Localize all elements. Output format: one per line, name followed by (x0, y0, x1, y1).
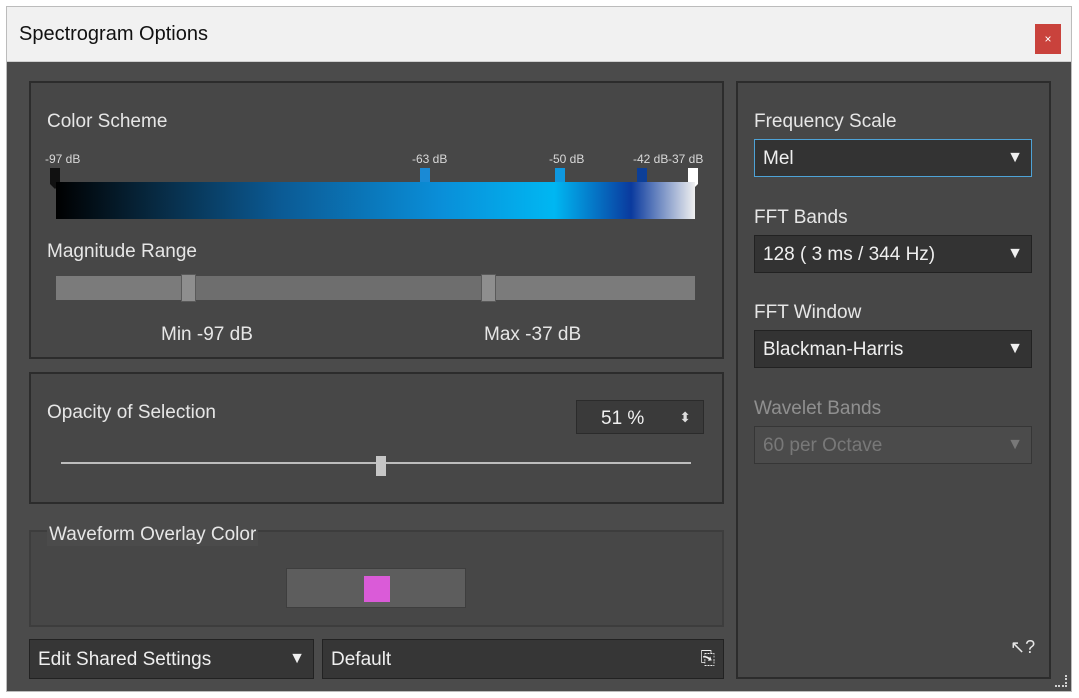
color-gradient-bar (56, 182, 695, 219)
right-settings-panel: Frequency Scale Mel ▼ FFT Bands 128 ( 3 … (736, 81, 1051, 679)
marker-label: -63 dB (412, 152, 448, 166)
fft-window-value: Blackman-Harris (763, 339, 904, 360)
frequency-scale-dropdown[interactable]: Mel ▼ (754, 139, 1032, 177)
stepper-arrows-icon[interactable]: ⬍ (679, 409, 691, 426)
magnitude-min-label: Min -97 dB (161, 324, 253, 345)
magnitude-max-label: Max -37 dB (484, 324, 582, 345)
waveform-color-button[interactable] (286, 568, 466, 608)
spectrogram-options-dialog: Spectrogram Options × Color Scheme -97 d… (6, 6, 1072, 692)
opacity-stepper[interactable]: 51 % ⬍ (576, 400, 704, 434)
fft-window-dropdown[interactable]: Blackman-Harris ▼ (754, 330, 1032, 368)
marker-label: -97 dB (45, 152, 81, 166)
wavelet-bands-dropdown: 60 per Octave ▼ (754, 426, 1032, 464)
magnitude-range-max-handle[interactable] (481, 274, 496, 302)
marker-label: -37 dB (668, 152, 704, 166)
color-scheme-panel: Color Scheme -97 dB -63 dB -50 dB -42 dB… (29, 81, 724, 359)
waveform-color-label: Waveform Overlay Color (47, 524, 259, 546)
chevron-down-icon[interactable]: ▼ (289, 650, 305, 668)
opacity-slider-thumb[interactable] (376, 456, 386, 476)
preset-icon[interactable]: ⎘ (701, 648, 715, 669)
fft-bands-label: FFT Bands (754, 207, 848, 228)
preset-label: Default (331, 649, 392, 670)
waveform-color-swatch (364, 576, 390, 602)
chevron-down-icon[interactable]: ▼ (1007, 149, 1023, 167)
color-scheme-label: Color Scheme (47, 111, 168, 132)
preset-field[interactable]: Default ⎘ (322, 639, 724, 679)
edit-shared-settings-dropdown[interactable]: Edit Shared Settings ▼ (29, 639, 314, 679)
opacity-panel: Opacity of Selection 51 % ⬍ (29, 372, 724, 504)
fft-bands-dropdown[interactable]: 128 ( 3 ms / 344 Hz) ▼ (754, 235, 1032, 273)
fft-bands-value: 128 ( 3 ms / 344 Hz) (763, 244, 936, 265)
magnitude-range-min-handle[interactable] (181, 274, 196, 302)
resize-grip-icon[interactable] (1055, 675, 1067, 687)
frequency-scale-label: Frequency Scale (754, 111, 897, 132)
window-title: Spectrogram Options (19, 23, 208, 45)
waveform-color-panel: Waveform Overlay Color (29, 524, 724, 627)
help-icon[interactable]: ↖? (1010, 637, 1035, 658)
titlebar: Spectrogram Options × (7, 7, 1071, 62)
opacity-label: Opacity of Selection (47, 402, 216, 423)
chevron-down-icon: ▼ (1007, 436, 1023, 453)
frequency-scale-value: Mel (763, 148, 794, 169)
fft-window-label: FFT Window (754, 302, 862, 323)
chevron-down-icon[interactable]: ▼ (1007, 245, 1023, 263)
edit-shared-settings-label: Edit Shared Settings (38, 649, 212, 670)
wavelet-bands-label: Wavelet Bands (754, 398, 882, 419)
marker-label: -42 dB (633, 152, 669, 166)
marker-label: -50 dB (549, 152, 585, 166)
magnitude-range-label: Magnitude Range (47, 241, 197, 262)
wavelet-bands-value: 60 per Octave (763, 435, 883, 456)
opacity-value: 51 % (601, 408, 645, 429)
close-button[interactable]: × (1035, 24, 1061, 54)
chevron-down-icon[interactable]: ▼ (1007, 340, 1023, 358)
magnitude-range-fill (189, 276, 488, 300)
